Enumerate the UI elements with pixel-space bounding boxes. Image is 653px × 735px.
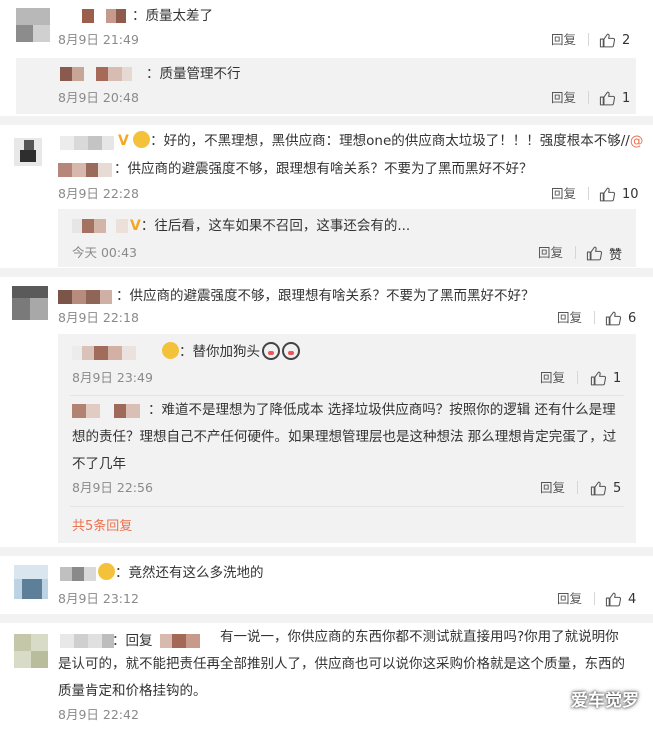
divider: [588, 187, 589, 200]
reply-text: V：往后看，这车如果不召回，这事还会有的...: [130, 218, 411, 234]
comment-time: 8月9日 23:12: [58, 591, 139, 606]
reply-button[interactable]: 回复: [551, 186, 576, 202]
divider: [588, 33, 589, 46]
like-count: 6: [628, 310, 637, 326]
divider: [588, 91, 589, 104]
comment-time: 8月9日 22:28: [58, 186, 139, 201]
watermark: 爱车觉罗: [543, 686, 639, 711]
emoji-icon: [98, 563, 115, 580]
reply-button[interactable]: 回复: [557, 591, 582, 607]
reply-button[interactable]: 回复: [540, 370, 565, 386]
username-blurred[interactable]: [58, 290, 114, 304]
reply-button[interactable]: 回复: [551, 90, 576, 106]
username-blurred[interactable]: [60, 136, 116, 150]
thumbs-up-icon: [599, 91, 616, 105]
dog-head-icon: [282, 342, 300, 360]
like-button[interactable]: 1: [590, 369, 621, 387]
like-count: 1: [622, 90, 631, 106]
reply-time: 8月9日 23:49: [72, 370, 153, 385]
emoji-icon: [162, 342, 179, 359]
like-button[interactable]: 2: [599, 31, 630, 49]
divider: [577, 371, 578, 384]
like-label: 赞: [609, 247, 623, 263]
emoji-icon: [133, 131, 151, 148]
avatar[interactable]: [14, 634, 48, 668]
section-separator: [0, 116, 653, 125]
section-separator: [0, 547, 653, 556]
dog-head-icon: [262, 342, 280, 360]
more-replies-link[interactable]: 共5条回复: [72, 515, 132, 534]
reply-button[interactable]: 回复: [557, 310, 582, 326]
like-button[interactable]: 赞: [586, 244, 623, 263]
like-button[interactable]: 10: [599, 185, 639, 203]
divider: [594, 311, 595, 324]
like-count: 1: [613, 370, 622, 386]
thumbs-up-icon: [599, 187, 616, 201]
like-count: 10: [622, 186, 639, 202]
divider: [594, 592, 595, 605]
username-blurred[interactable]: [72, 219, 130, 233]
comment-text: ：供应商的避震强度不够，跟理想有啥关系？不要为了黑而黑好不好？: [116, 288, 535, 304]
comment-text: V ：好的，不黑理想，黑供应商：理想one的供应商太垃圾了！！！强度根本不够//…: [118, 131, 644, 149]
reply-text: ：难道不是理想为了降低成本 选择垃圾供应商吗？按照你的逻辑 还有什么是理想的责任…: [72, 402, 617, 472]
comment-text: ：竟然还有这么多洗地的: [98, 562, 264, 584]
comment-time: 8月9日 22:18: [58, 310, 139, 325]
section-separator: [0, 268, 653, 277]
wechat-icon: [543, 690, 565, 707]
reply-text: ：替你加狗头: [162, 341, 300, 363]
like-button[interactable]: 6: [605, 309, 636, 327]
like-button[interactable]: 1: [599, 89, 630, 107]
thumbs-up-icon: [599, 33, 616, 47]
comment-time: 8月9日 20:48: [58, 90, 139, 105]
thumbs-up-icon: [590, 481, 607, 495]
v-badge-icon: V: [130, 218, 141, 234]
username-blurred[interactable]: [72, 346, 160, 360]
avatar[interactable]: [14, 565, 48, 599]
like-count: 5: [613, 480, 622, 496]
divider-line: [70, 395, 624, 396]
thumbs-up-icon: [590, 371, 607, 385]
divider-line: [70, 506, 624, 507]
divider: [575, 246, 576, 259]
thumbs-up-icon: [605, 311, 622, 325]
comment-time: 8月9日 21:49: [58, 32, 139, 47]
v-badge-icon: V: [118, 133, 129, 149]
thumbs-up-icon: [605, 592, 622, 606]
divider: [577, 481, 578, 494]
like-button[interactable]: 4: [605, 590, 636, 608]
reply-time: 今天 00:43: [72, 245, 137, 260]
reply-button[interactable]: 回复: [540, 480, 565, 496]
comment-text: ：质量管理不行: [146, 66, 241, 82]
avatar[interactable]: [16, 8, 50, 42]
username-blurred[interactable]: [82, 9, 128, 23]
reply-button[interactable]: 回复: [538, 245, 563, 261]
comment-time: 8月9日 22:42: [58, 707, 139, 722]
watermark-text: 爱车觉罗: [571, 691, 639, 711]
like-count: 2: [622, 32, 631, 48]
like-button[interactable]: 5: [590, 479, 621, 497]
avatar[interactable]: [12, 286, 48, 320]
thumbs-up-icon: [586, 246, 603, 260]
like-count: 4: [628, 591, 637, 607]
comment-text: ：质量太差了: [132, 8, 213, 24]
username-blurred[interactable]: [60, 567, 96, 581]
avatar[interactable]: [14, 138, 42, 166]
section-separator: [0, 614, 653, 623]
reply-button[interactable]: 回复: [551, 32, 576, 48]
username-blurred[interactable]: [60, 67, 144, 81]
username-blurred[interactable]: [58, 163, 112, 177]
reply-time: 8月9日 22:56: [72, 480, 153, 495]
comment-text-quoted: ：供应商的避震强度不够，跟理想有啥关系？不要为了黑而黑好不好？: [114, 161, 533, 177]
mention-link[interactable]: @: [630, 133, 644, 149]
